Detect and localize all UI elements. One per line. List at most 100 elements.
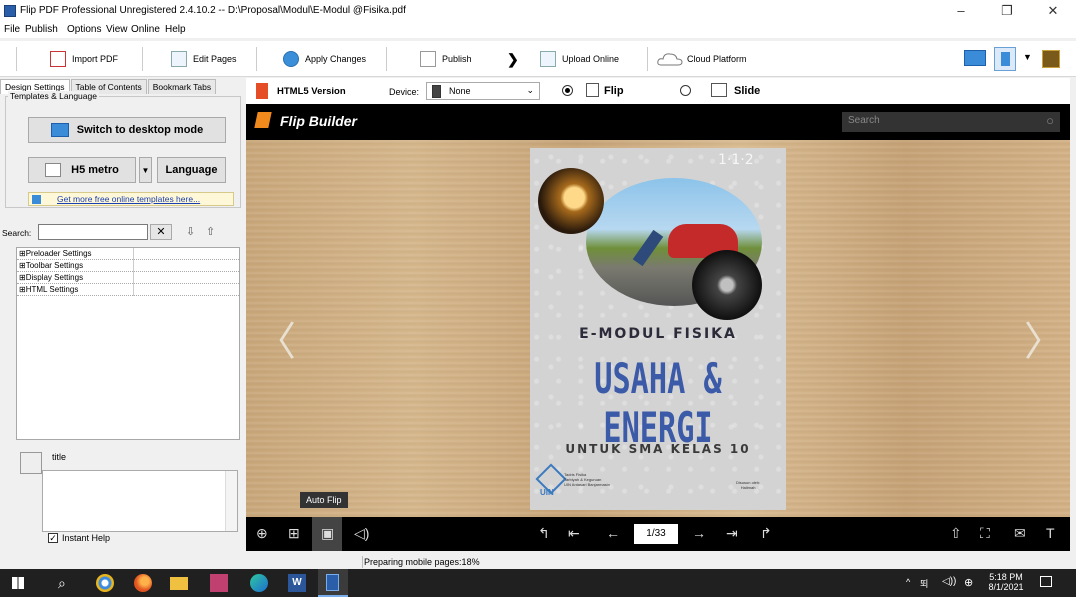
- settings-row[interactable]: ⊞Display Settings: [17, 272, 239, 284]
- windows-start-icon[interactable]: [12, 577, 24, 589]
- minimize-button[interactable]: –: [938, 0, 984, 22]
- grid-divider: [133, 284, 134, 296]
- cover-author-name: Halimah: [740, 485, 756, 490]
- flipbook-preview: Flip Builder Search ○ 〈 〉 1·1·2 E-MODUL …: [246, 104, 1070, 551]
- desktop-view-icon[interactable]: [964, 50, 986, 66]
- next-page-icon[interactable]: →: [692, 525, 706, 541]
- upload-icon: [540, 51, 556, 67]
- clock[interactable]: 5:18 PM 8/1/2021: [986, 572, 1026, 592]
- edge-icon[interactable]: [250, 574, 268, 592]
- settings-search-input[interactable]: [38, 224, 148, 240]
- forward-icon[interactable]: ↱: [760, 525, 772, 542]
- sort-up-icon[interactable]: ⇧: [206, 225, 215, 238]
- cover-shock-absorber-photo: [692, 250, 762, 320]
- tab-bookmark-tabs[interactable]: Bookmark Tabs: [147, 79, 217, 94]
- sound-icon[interactable]: ◁): [354, 525, 369, 542]
- auto-flip-button[interactable]: ▣: [312, 517, 342, 551]
- upload-online-button[interactable]: Upload Online: [540, 50, 619, 68]
- auto-flip-tooltip: Auto Flip: [300, 492, 348, 508]
- dropdown-arrow-icon[interactable]: ▼: [1023, 52, 1032, 62]
- thumbnails-icon[interactable]: ⊞: [288, 525, 300, 542]
- menu-view[interactable]: View: [106, 24, 128, 35]
- flip-icon: [586, 83, 599, 97]
- zoom-in-icon[interactable]: ⊕: [256, 525, 268, 542]
- language-button[interactable]: Language: [157, 157, 226, 183]
- email-icon[interactable]: ✉: [1014, 525, 1026, 542]
- page-indicator-input[interactable]: 1/33: [634, 524, 678, 544]
- search-icon[interactable]: ○: [1046, 113, 1054, 128]
- prev-page-arrow-icon[interactable]: 〈: [256, 309, 296, 367]
- preview-search-input[interactable]: Search ○: [842, 112, 1060, 132]
- chevron-up-icon[interactable]: ^: [906, 577, 910, 587]
- close-button[interactable]: ✕: [1030, 0, 1076, 22]
- import-pdf-button[interactable]: Import PDF: [50, 50, 118, 68]
- flip-builder-logo-icon: [254, 112, 272, 128]
- settings-row[interactable]: ⊞Toolbar Settings: [17, 260, 239, 272]
- next-page-arrow-icon[interactable]: 〉: [1024, 309, 1064, 367]
- import-pdf-label: Import PDF: [72, 54, 119, 64]
- device-select[interactable]: None ⌄: [426, 82, 540, 100]
- flip-radio[interactable]: [562, 85, 573, 96]
- clock-date: 8/1/2021: [988, 582, 1024, 592]
- volume-icon[interactable]: ◁)): [942, 576, 956, 587]
- notifications-icon[interactable]: [1040, 576, 1052, 587]
- cloud-platform-label: Cloud Platform: [687, 54, 747, 64]
- settings-row[interactable]: ⊞HTML Settings: [17, 284, 239, 296]
- cover-number-badge: 1·1·2: [718, 152, 754, 168]
- help-textarea[interactable]: [42, 470, 238, 532]
- maximize-button[interactable]: ❐: [984, 0, 1030, 22]
- mobile-view-button[interactable]: [994, 47, 1016, 71]
- search-taskbar-icon[interactable]: ⌕: [58, 574, 76, 592]
- window-title: Flip PDF Professional Unregistered 2.4.1…: [20, 5, 406, 16]
- menu-file[interactable]: File: [4, 24, 20, 35]
- network-icon[interactable]: ⊕: [964, 576, 973, 589]
- instant-help-checkbox[interactable]: ✓: [48, 533, 58, 543]
- menu-help[interactable]: Help: [165, 24, 186, 35]
- publish-button[interactable]: Publish: [420, 50, 472, 68]
- word-icon[interactable]: W: [288, 574, 306, 592]
- previous-page-icon[interactable]: ←: [606, 525, 620, 541]
- menu-publish[interactable]: Publish: [25, 24, 58, 35]
- text-icon[interactable]: T: [1046, 525, 1055, 541]
- grid-divider: [133, 272, 134, 284]
- apply-changes-button[interactable]: Apply Changes: [283, 50, 366, 68]
- app-icon[interactable]: [210, 574, 228, 592]
- display-settings-label: ⊞Display Settings: [19, 273, 84, 282]
- toolbar-divider: [142, 47, 143, 71]
- theme-thumbnail-icon[interactable]: [1042, 50, 1060, 68]
- book-cover[interactable]: 1·1·2 E-MODUL FISIKA USAHA & ENERGI UNTU…: [530, 148, 786, 510]
- phone-icon: [1001, 52, 1010, 66]
- search-label: Search:: [2, 228, 32, 238]
- more-templates-link[interactable]: Get more free online templates here...: [57, 194, 200, 204]
- menu-options[interactable]: Options: [67, 24, 101, 35]
- clear-search-icon[interactable]: ✕: [150, 224, 172, 240]
- share-icon[interactable]: ⇧: [950, 525, 962, 542]
- template-h5-metro-button[interactable]: H5 metro: [28, 157, 136, 183]
- back-icon[interactable]: ↰: [538, 525, 550, 542]
- fullscreen-icon[interactable]: ⛶: [980, 525, 990, 542]
- slide-radio[interactable]: [680, 85, 691, 96]
- file-explorer-icon[interactable]: [170, 577, 188, 590]
- sort-down-icon[interactable]: ⇩: [186, 225, 195, 238]
- html5-icon: [256, 83, 268, 99]
- cloud-platform-button[interactable]: Cloud Platform: [657, 50, 747, 68]
- slide-label: Slide: [734, 85, 761, 97]
- chrome-icon[interactable]: [96, 574, 114, 592]
- grid-divider: [133, 248, 134, 260]
- settings-row[interactable]: ⊞Preloader Settings: [17, 248, 239, 260]
- template-dropdown-button[interactable]: ▼: [139, 157, 152, 183]
- menu-online[interactable]: Online: [131, 24, 160, 35]
- help-scrollbar[interactable]: [225, 471, 237, 531]
- switch-desktop-mode-button[interactable]: Switch to desktop mode: [28, 117, 226, 143]
- refresh-icon: [283, 51, 299, 67]
- last-page-icon[interactable]: ⇥: [726, 525, 738, 542]
- flip-pdf-taskbar-button[interactable]: [318, 569, 348, 597]
- edit-pages-button[interactable]: Edit Pages: [171, 50, 237, 68]
- first-page-icon[interactable]: ⇤: [568, 525, 580, 542]
- ime-icon[interactable]: 뙤: [920, 577, 928, 590]
- device-label: Device:: [389, 87, 420, 97]
- cover-lightbulb-photo: [538, 168, 604, 234]
- pdf-icon: [50, 51, 66, 67]
- toolbar: Import PDF Edit Pages Apply Changes Publ…: [0, 41, 1076, 77]
- firefox-icon[interactable]: [134, 574, 152, 592]
